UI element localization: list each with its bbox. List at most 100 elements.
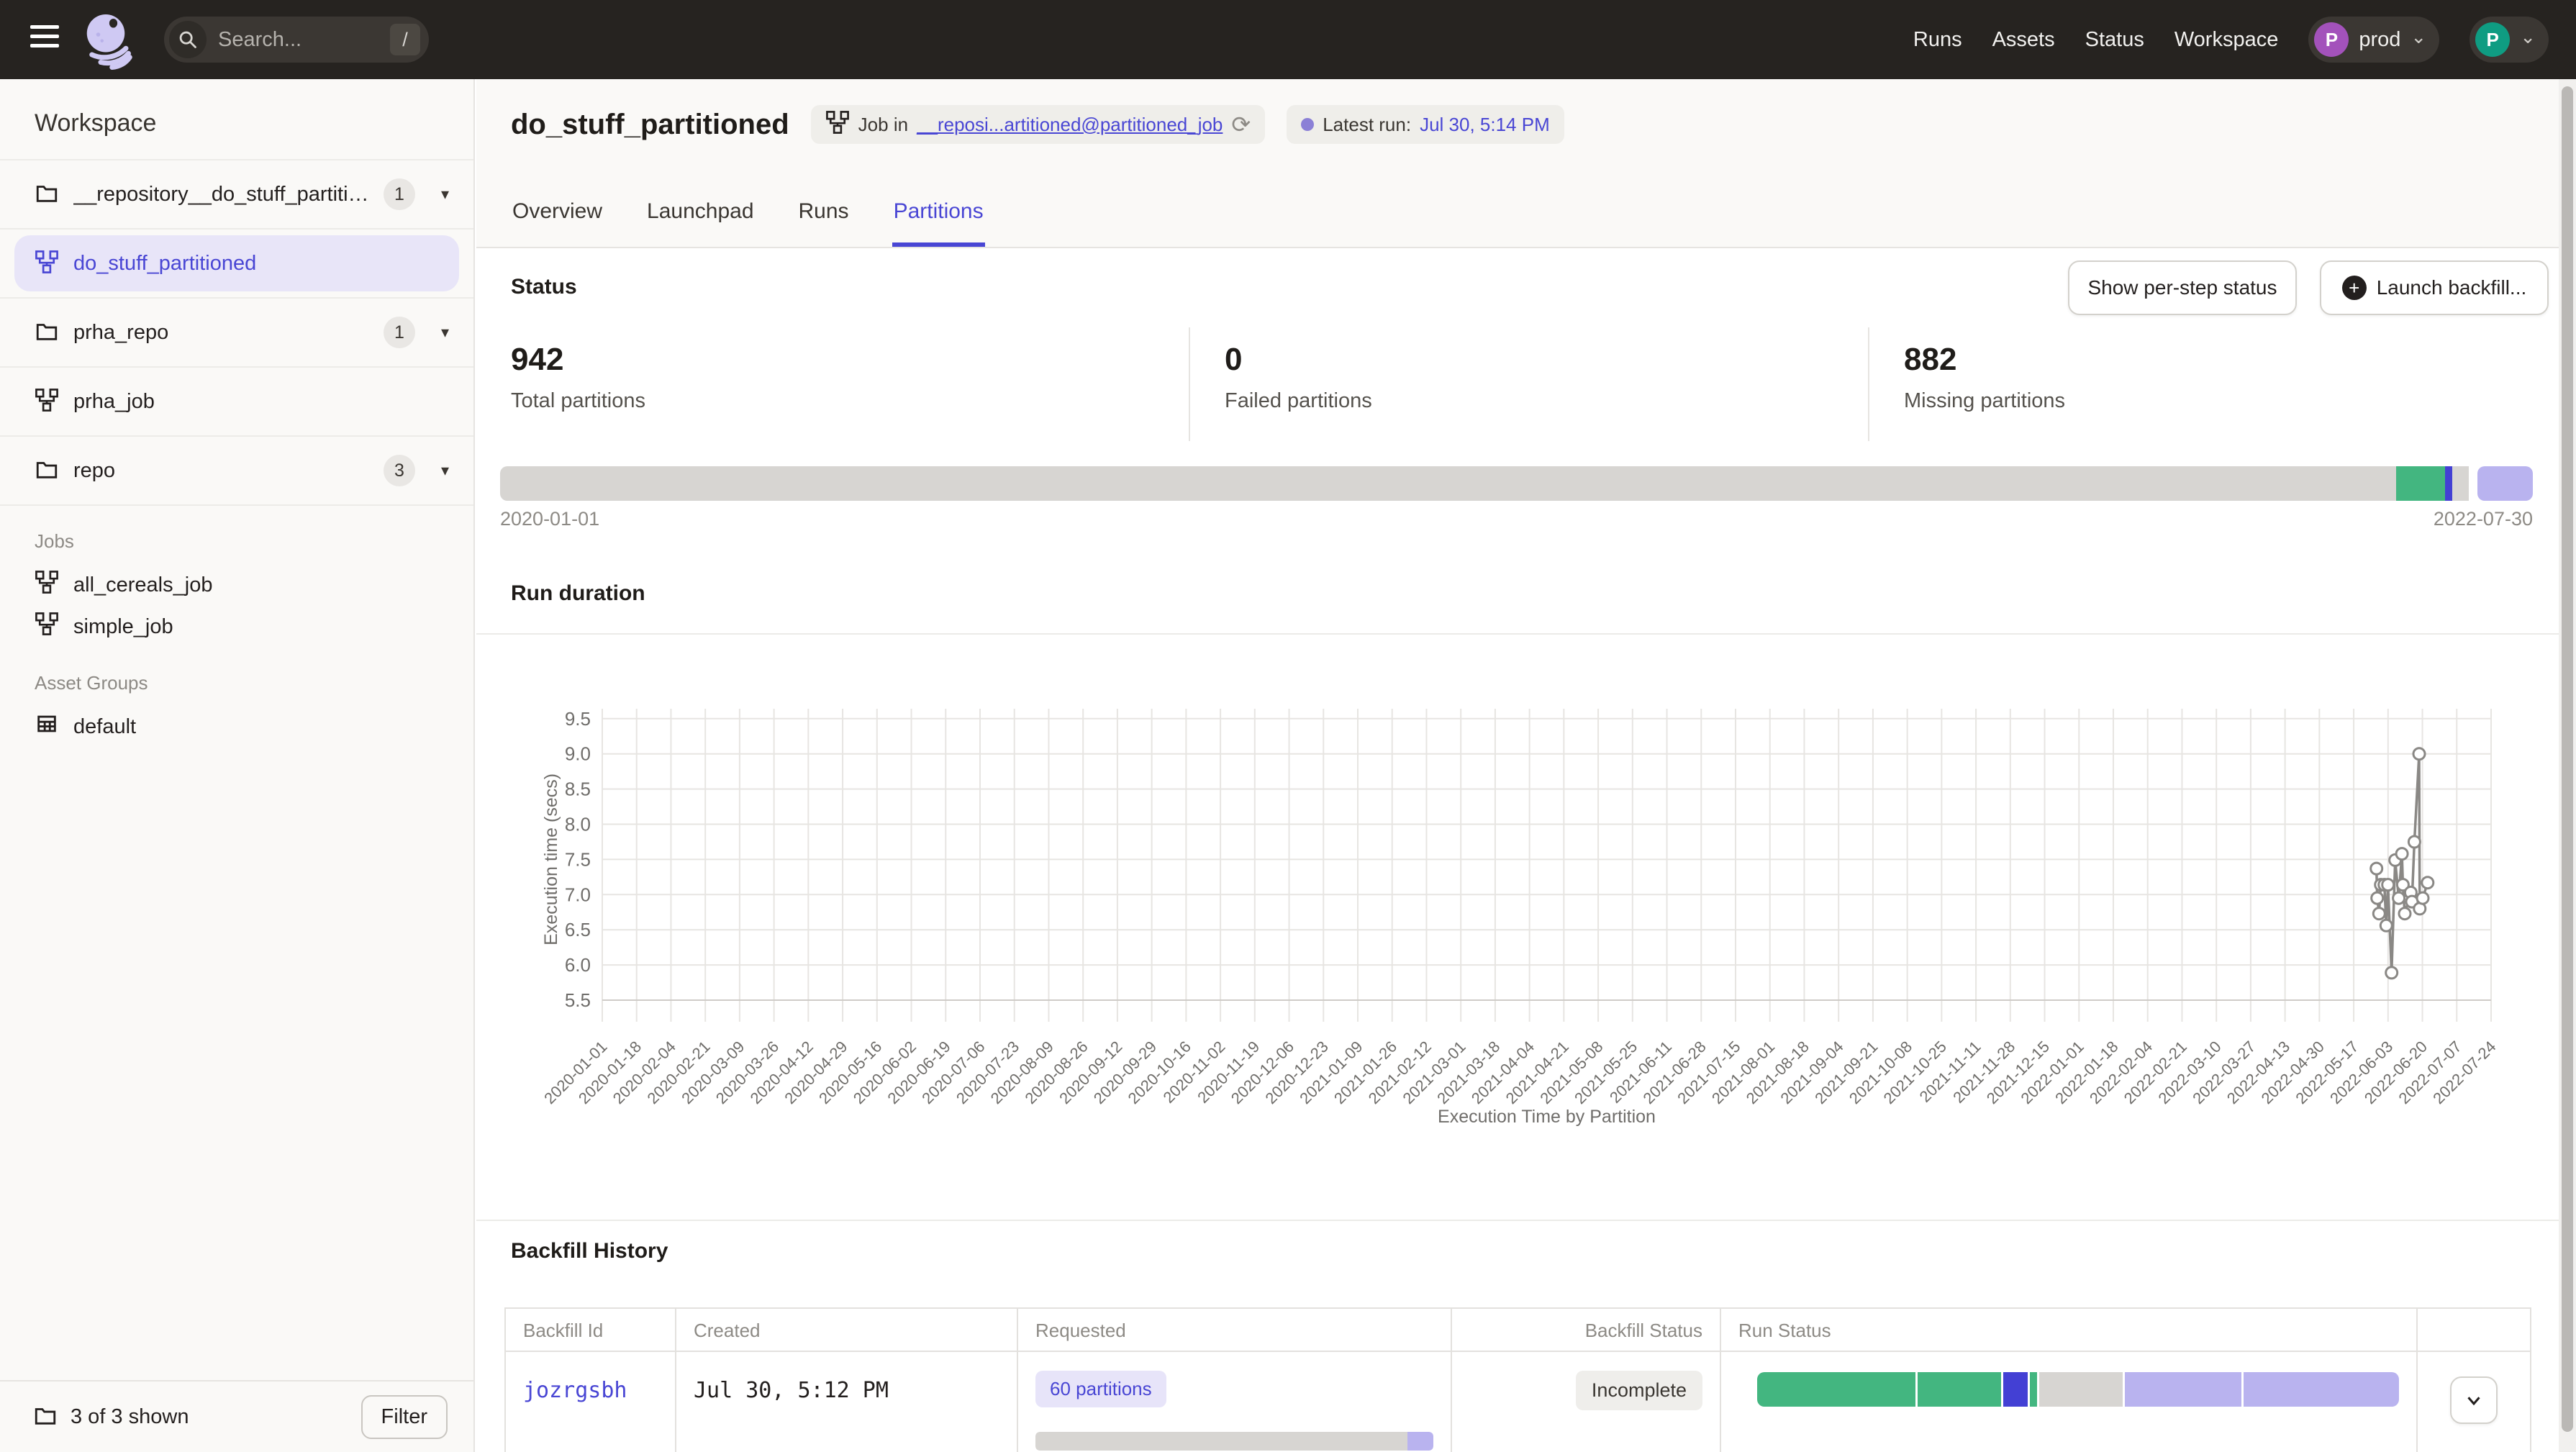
stat-value: 942: [511, 342, 1189, 378]
backfill-history-table: Backfill IdCreatedRequestedBackfill Stat…: [504, 1307, 2531, 1452]
sidebar-item-label: simple_job: [73, 615, 173, 639]
sidebar-item-repo[interactable]: repo3▾: [0, 437, 473, 506]
tab-overview[interactable]: Overview: [511, 199, 604, 247]
sidebar-item-prha-job[interactable]: prha_job: [0, 368, 473, 437]
data-point-marker[interactable]: [2386, 967, 2398, 979]
requested-progress-bar: [1035, 1432, 1433, 1451]
created-cell: Jul 30, 5:12 PM: [676, 1352, 1018, 1452]
job-icon: [35, 250, 59, 278]
data-point-marker[interactable]: [2382, 879, 2394, 891]
stat-total-partitions: 942 Total partitions: [511, 327, 1190, 441]
user-avatar: P: [2475, 22, 2510, 57]
sidebar-item-prha-repo[interactable]: prha_repo1▾: [0, 299, 473, 368]
deployment-avatar: P: [2314, 22, 2349, 57]
stat-label: Total partitions: [511, 389, 1189, 413]
scrollbar-thumb[interactable]: [2562, 86, 2573, 1432]
sidebar-section-label: Asset Groups: [0, 648, 473, 706]
chevron-down-icon: [2463, 1389, 2485, 1411]
data-point-marker[interactable]: [2422, 877, 2434, 889]
folder-icon: [35, 319, 59, 347]
latest-run-link[interactable]: Jul 30, 5:14 PM: [1420, 114, 1550, 136]
chart-caption: Execution Time by Partition: [1438, 1107, 1656, 1127]
y-tick-label: 5.5: [565, 989, 591, 1011]
item-count-badge: 3: [384, 455, 415, 486]
job-icon: [35, 388, 59, 416]
sidebar-item-label: do_stuff_partitioned: [73, 252, 256, 276]
data-point-marker[interactable]: [2417, 892, 2428, 904]
dropdown-caret-icon[interactable]: ▾: [441, 323, 449, 342]
job-origin-tag: Job in __reposi...artitioned@partitioned…: [811, 105, 1266, 144]
launch-backfill-button[interactable]: + Launch backfill...: [2320, 260, 2549, 315]
show-per-step-status-button[interactable]: Show per-step status: [2068, 260, 2297, 315]
folder-icon: [33, 1403, 58, 1431]
job-icon: [35, 612, 59, 642]
job-origin-link[interactable]: __reposi...artitioned@partitioned_job: [917, 114, 1223, 136]
vertical-scrollbar[interactable]: [2559, 79, 2576, 1452]
latest-run-prefix: Latest run:: [1323, 114, 1411, 136]
bar-segment: [2445, 466, 2452, 501]
tab-partitions[interactable]: Partitions: [892, 199, 985, 247]
sidebar-heading: Workspace: [0, 79, 473, 160]
data-point-marker[interactable]: [2396, 848, 2408, 860]
stat-label: Missing partitions: [1904, 389, 2549, 413]
tab-runs[interactable]: Runs: [797, 199, 851, 247]
hamburger-menu-icon[interactable]: [30, 25, 59, 54]
nav-link-status[interactable]: Status: [2085, 28, 2144, 52]
top-nav-links: Runs Assets Status Workspace P prod ⌄ P ⌄: [1913, 0, 2549, 79]
row-actions-cell: [2418, 1352, 2530, 1452]
launch-backfill-label: Launch backfill...: [2377, 276, 2527, 299]
bar-segment: [2030, 1372, 2038, 1407]
search-shortcut-badge: /: [390, 24, 420, 55]
chevron-down-icon: ⌄: [2411, 27, 2426, 46]
chevron-down-icon: ⌄: [2520, 27, 2536, 46]
range-start-label: 2020-01-01: [500, 508, 599, 530]
tab-launchpad[interactable]: Launchpad: [645, 199, 755, 247]
dropdown-caret-icon[interactable]: ▾: [441, 461, 449, 480]
sidebar-item-label: all_cereals_job: [73, 573, 212, 597]
job-origin-prefix: Job in: [858, 114, 908, 136]
partitions-chip[interactable]: 60 partitions: [1035, 1371, 1166, 1407]
data-point-marker[interactable]: [2380, 920, 2392, 931]
backfill-id-link[interactable]: jozrgsbh: [523, 1378, 627, 1403]
bar-segment: [2477, 466, 2534, 501]
column-header-requested: Requested: [1018, 1309, 1452, 1352]
job-header: do_stuff_partitioned Job in __reposi...a…: [476, 79, 2559, 248]
deployment-switcher[interactable]: P prod ⌄: [2308, 17, 2439, 63]
run-duration-heading: Run duration: [511, 581, 645, 606]
nav-link-assets[interactable]: Assets: [1992, 28, 2055, 52]
filter-button[interactable]: Filter: [361, 1395, 448, 1439]
dagster-logo-icon[interactable]: [81, 9, 141, 70]
user-menu[interactable]: P ⌄: [2470, 17, 2549, 63]
sidebar-item-do-stuff-partitioned[interactable]: do_stuff_partitioned: [0, 230, 473, 299]
y-tick-label: 9.0: [565, 743, 591, 765]
data-point-marker[interactable]: [2371, 863, 2382, 874]
sidebar-item-label: default: [73, 715, 136, 739]
data-point-marker[interactable]: [2413, 748, 2425, 760]
nav-link-runs[interactable]: Runs: [1913, 28, 1962, 52]
sidebar-item-simple_job[interactable]: simple_job: [0, 606, 473, 648]
bar-segment: [2244, 1372, 2399, 1407]
stat-value: 0: [1225, 342, 1868, 378]
dropdown-caret-icon[interactable]: ▾: [441, 185, 449, 204]
range-end-label: 2022-07-30: [2434, 508, 2533, 530]
sidebar-item-all_cereals_job[interactable]: all_cereals_job: [0, 564, 473, 606]
data-point-marker[interactable]: [2393, 892, 2405, 904]
nav-link-workspace[interactable]: Workspace: [2174, 28, 2279, 52]
sidebar-item-default[interactable]: default: [0, 706, 473, 748]
repo-count-label: 3 of 3 shown: [71, 1405, 189, 1429]
data-point-marker[interactable]: [2373, 908, 2385, 920]
sidebar-item--repository-do-stuff-partitio-[interactable]: __repository__do_stuff_partitio...1▾: [0, 160, 473, 230]
partition-status-bar[interactable]: [500, 466, 2533, 501]
refresh-icon[interactable]: ⟳: [1231, 111, 1251, 138]
run-status-dot-icon: [1301, 118, 1314, 131]
search-icon: [169, 21, 207, 58]
search-input[interactable]: Search... /: [164, 17, 429, 63]
data-point-marker[interactable]: [2399, 908, 2411, 920]
run-status-bar[interactable]: [1757, 1372, 2399, 1407]
page-title: do_stuff_partitioned: [511, 109, 789, 141]
expand-row-button[interactable]: [2450, 1376, 2498, 1424]
data-point-marker[interactable]: [2408, 836, 2420, 848]
column-header-run-status: Run Status: [1721, 1309, 2418, 1352]
latest-run-tag: Latest run: Jul 30, 5:14 PM: [1287, 105, 1564, 144]
data-point-marker[interactable]: [2372, 892, 2383, 904]
